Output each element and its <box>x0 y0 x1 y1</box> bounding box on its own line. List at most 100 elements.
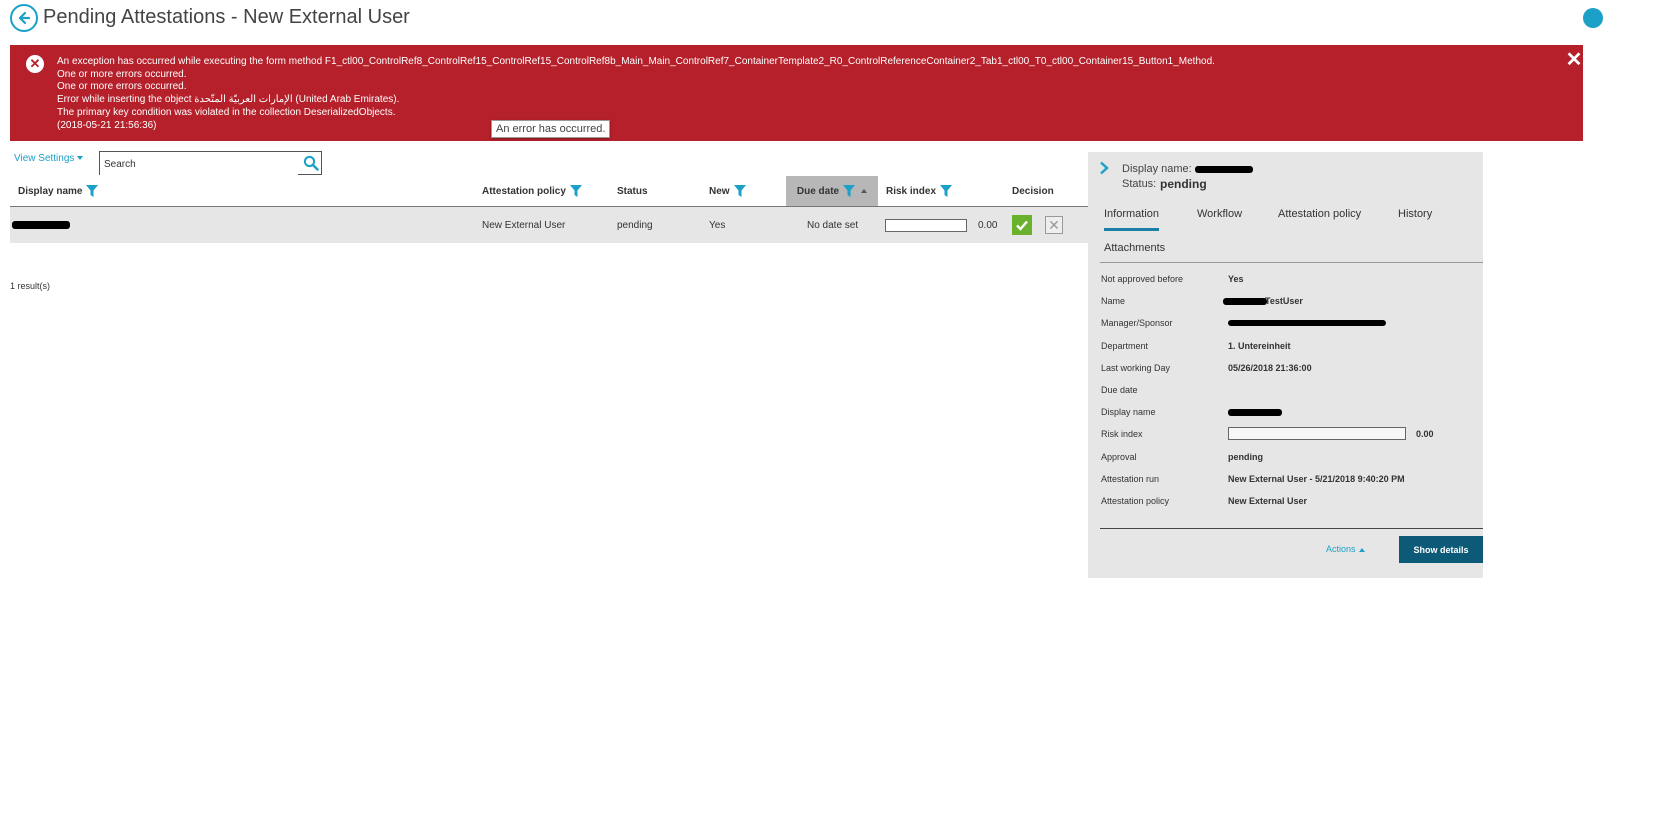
risk-index-bar-cell <box>885 207 967 243</box>
status-cell: pending <box>617 219 653 231</box>
close-icon[interactable]: ✕ <box>1565 50 1583 70</box>
info-row: Display name <box>1101 403 1471 425</box>
error-line: Error while inserting the object الإمارا… <box>57 94 400 106</box>
approve-button[interactable] <box>1012 215 1032 235</box>
detail-panel: Display name: Status: pending Informatio… <box>1088 152 1483 578</box>
redacted-name <box>1223 298 1267 306</box>
info-value: New External User - 5/21/2018 9:40:20 PM <box>1228 473 1405 484</box>
sort-ascending-icon <box>861 189 868 193</box>
info-value: pending <box>1228 451 1263 462</box>
filter-icon[interactable] <box>843 185 856 197</box>
filter-icon[interactable] <box>940 185 953 197</box>
column-label: Attestation policy <box>482 185 566 197</box>
column-label: Due date <box>796 185 840 197</box>
due-date-cell: No date set <box>807 219 859 231</box>
redacted-display-name <box>1195 166 1253 173</box>
search-box <box>99 151 322 176</box>
tabs-divider <box>1100 262 1483 263</box>
panel-status-value: pending <box>1160 177 1207 191</box>
info-label: Approval <box>1101 451 1137 462</box>
error-line: One or more errors occurred. <box>57 81 187 93</box>
redacted-display-name <box>12 221 70 229</box>
info-row: Not approved before Yes <box>1101 270 1471 292</box>
column-attestation-policy[interactable]: Attestation policy <box>482 176 582 206</box>
error-line: An exception has occurred while executin… <box>57 56 1215 67</box>
info-row: Attestation run New External User - 5/21… <box>1101 470 1471 492</box>
deny-cell: ✕ <box>1045 207 1063 243</box>
column-label: Decision <box>1012 185 1054 197</box>
tab-history[interactable]: History <box>1398 208 1432 220</box>
info-value: 0.00 <box>1416 429 1434 440</box>
page-title: Pending Attestations - New External User <box>43 6 410 28</box>
error-tooltip: An error has occurred. <box>491 120 611 138</box>
chevron-up-icon <box>1358 547 1365 552</box>
table-row[interactable]: New External User pending Yes No date se… <box>10 207 1088 243</box>
results-count: 1 result(s) <box>10 281 51 291</box>
info-value: New External User <box>1228 495 1308 506</box>
panel-display-name-label: Display name: <box>1122 163 1192 175</box>
error-line: One or more errors occurred. <box>57 68 187 80</box>
error-line: (2018-05-21 21:56:36) <box>57 119 157 131</box>
filter-icon[interactable] <box>86 185 99 197</box>
panel-divider <box>1100 528 1483 529</box>
column-risk-index[interactable]: Risk index <box>886 176 953 206</box>
approve-cell <box>1012 207 1032 243</box>
checkmark-icon <box>1016 220 1028 231</box>
info-row: Risk index 0.00 <box>1101 425 1471 447</box>
back-button[interactable] <box>10 4 38 32</box>
error-icon: ✕ <box>26 55 44 73</box>
filter-icon[interactable] <box>733 185 746 197</box>
tab-workflow[interactable]: Workflow <box>1197 208 1242 220</box>
panel-status-label: Status: <box>1122 178 1157 190</box>
error-banner: ✕ An exception has occurred while execut… <box>10 45 1583 141</box>
column-display-name[interactable]: Display name <box>18 176 99 206</box>
table-header: Display name Attestation policy Status N… <box>10 176 1088 207</box>
show-details-button[interactable]: Show details <box>1399 536 1483 563</box>
column-new[interactable]: New <box>709 176 746 206</box>
column-label: Status <box>617 185 648 197</box>
display-name-cell <box>12 207 70 243</box>
column-status[interactable]: Status <box>617 176 648 206</box>
info-row: Due date <box>1101 381 1471 403</box>
attestations-table: Display name Attestation policy Status N… <box>10 176 1088 243</box>
column-decision: Decision <box>1012 176 1054 206</box>
search-input[interactable] <box>100 152 298 176</box>
view-settings-dropdown[interactable]: View Settings <box>14 153 84 164</box>
info-value: TestUser <box>1265 296 1303 307</box>
info-label: Attestation policy <box>1101 495 1170 506</box>
close-icon: ✕ <box>1048 217 1060 233</box>
info-row: Last working Day 05/26/2018 21:36:00 <box>1101 359 1471 381</box>
info-value: Yes <box>1228 274 1244 284</box>
search-icon[interactable] <box>303 155 319 171</box>
info-row: Manager/Sponsor <box>1101 314 1471 336</box>
column-label: Risk index <box>886 185 937 197</box>
tab-information[interactable]: Information <box>1104 208 1160 231</box>
actions-dropdown[interactable]: Actions <box>1326 544 1365 554</box>
deny-button[interactable]: ✕ <box>1045 216 1063 234</box>
info-value: 1. Untereinheit <box>1228 340 1291 351</box>
filter-icon[interactable] <box>569 185 582 197</box>
info-label: Due date <box>1101 384 1138 395</box>
info-label: Department <box>1101 340 1149 351</box>
new-cell: Yes <box>709 219 726 231</box>
column-label: New <box>709 185 730 197</box>
risk-index-bar <box>885 218 967 232</box>
tab-attachments[interactable]: Attachments <box>1104 242 1165 254</box>
info-label: Risk index <box>1101 429 1143 440</box>
info-row: Department 1. Untereinheit <box>1101 337 1471 359</box>
info-label: Last working Day <box>1101 362 1171 373</box>
chevron-down-icon <box>77 156 84 161</box>
attestation-policy-cell: New External User <box>482 219 566 231</box>
view-settings-label: View Settings <box>14 153 75 164</box>
redacted-manager <box>1228 320 1386 327</box>
user-avatar-icon[interactable] <box>1583 8 1603 28</box>
tab-attestation-policy[interactable]: Attestation policy <box>1278 208 1361 220</box>
chevron-right-icon[interactable] <box>1098 161 1110 175</box>
info-row: Name TestUser <box>1101 292 1471 314</box>
info-label: Manager/Sponsor <box>1101 318 1173 329</box>
info-label: Display name <box>1101 407 1156 418</box>
info-label: Not approved before <box>1101 274 1184 284</box>
column-due-date[interactable]: Due date <box>786 176 878 206</box>
arrow-left-icon <box>18 11 31 25</box>
redacted-display-name <box>1228 409 1282 417</box>
